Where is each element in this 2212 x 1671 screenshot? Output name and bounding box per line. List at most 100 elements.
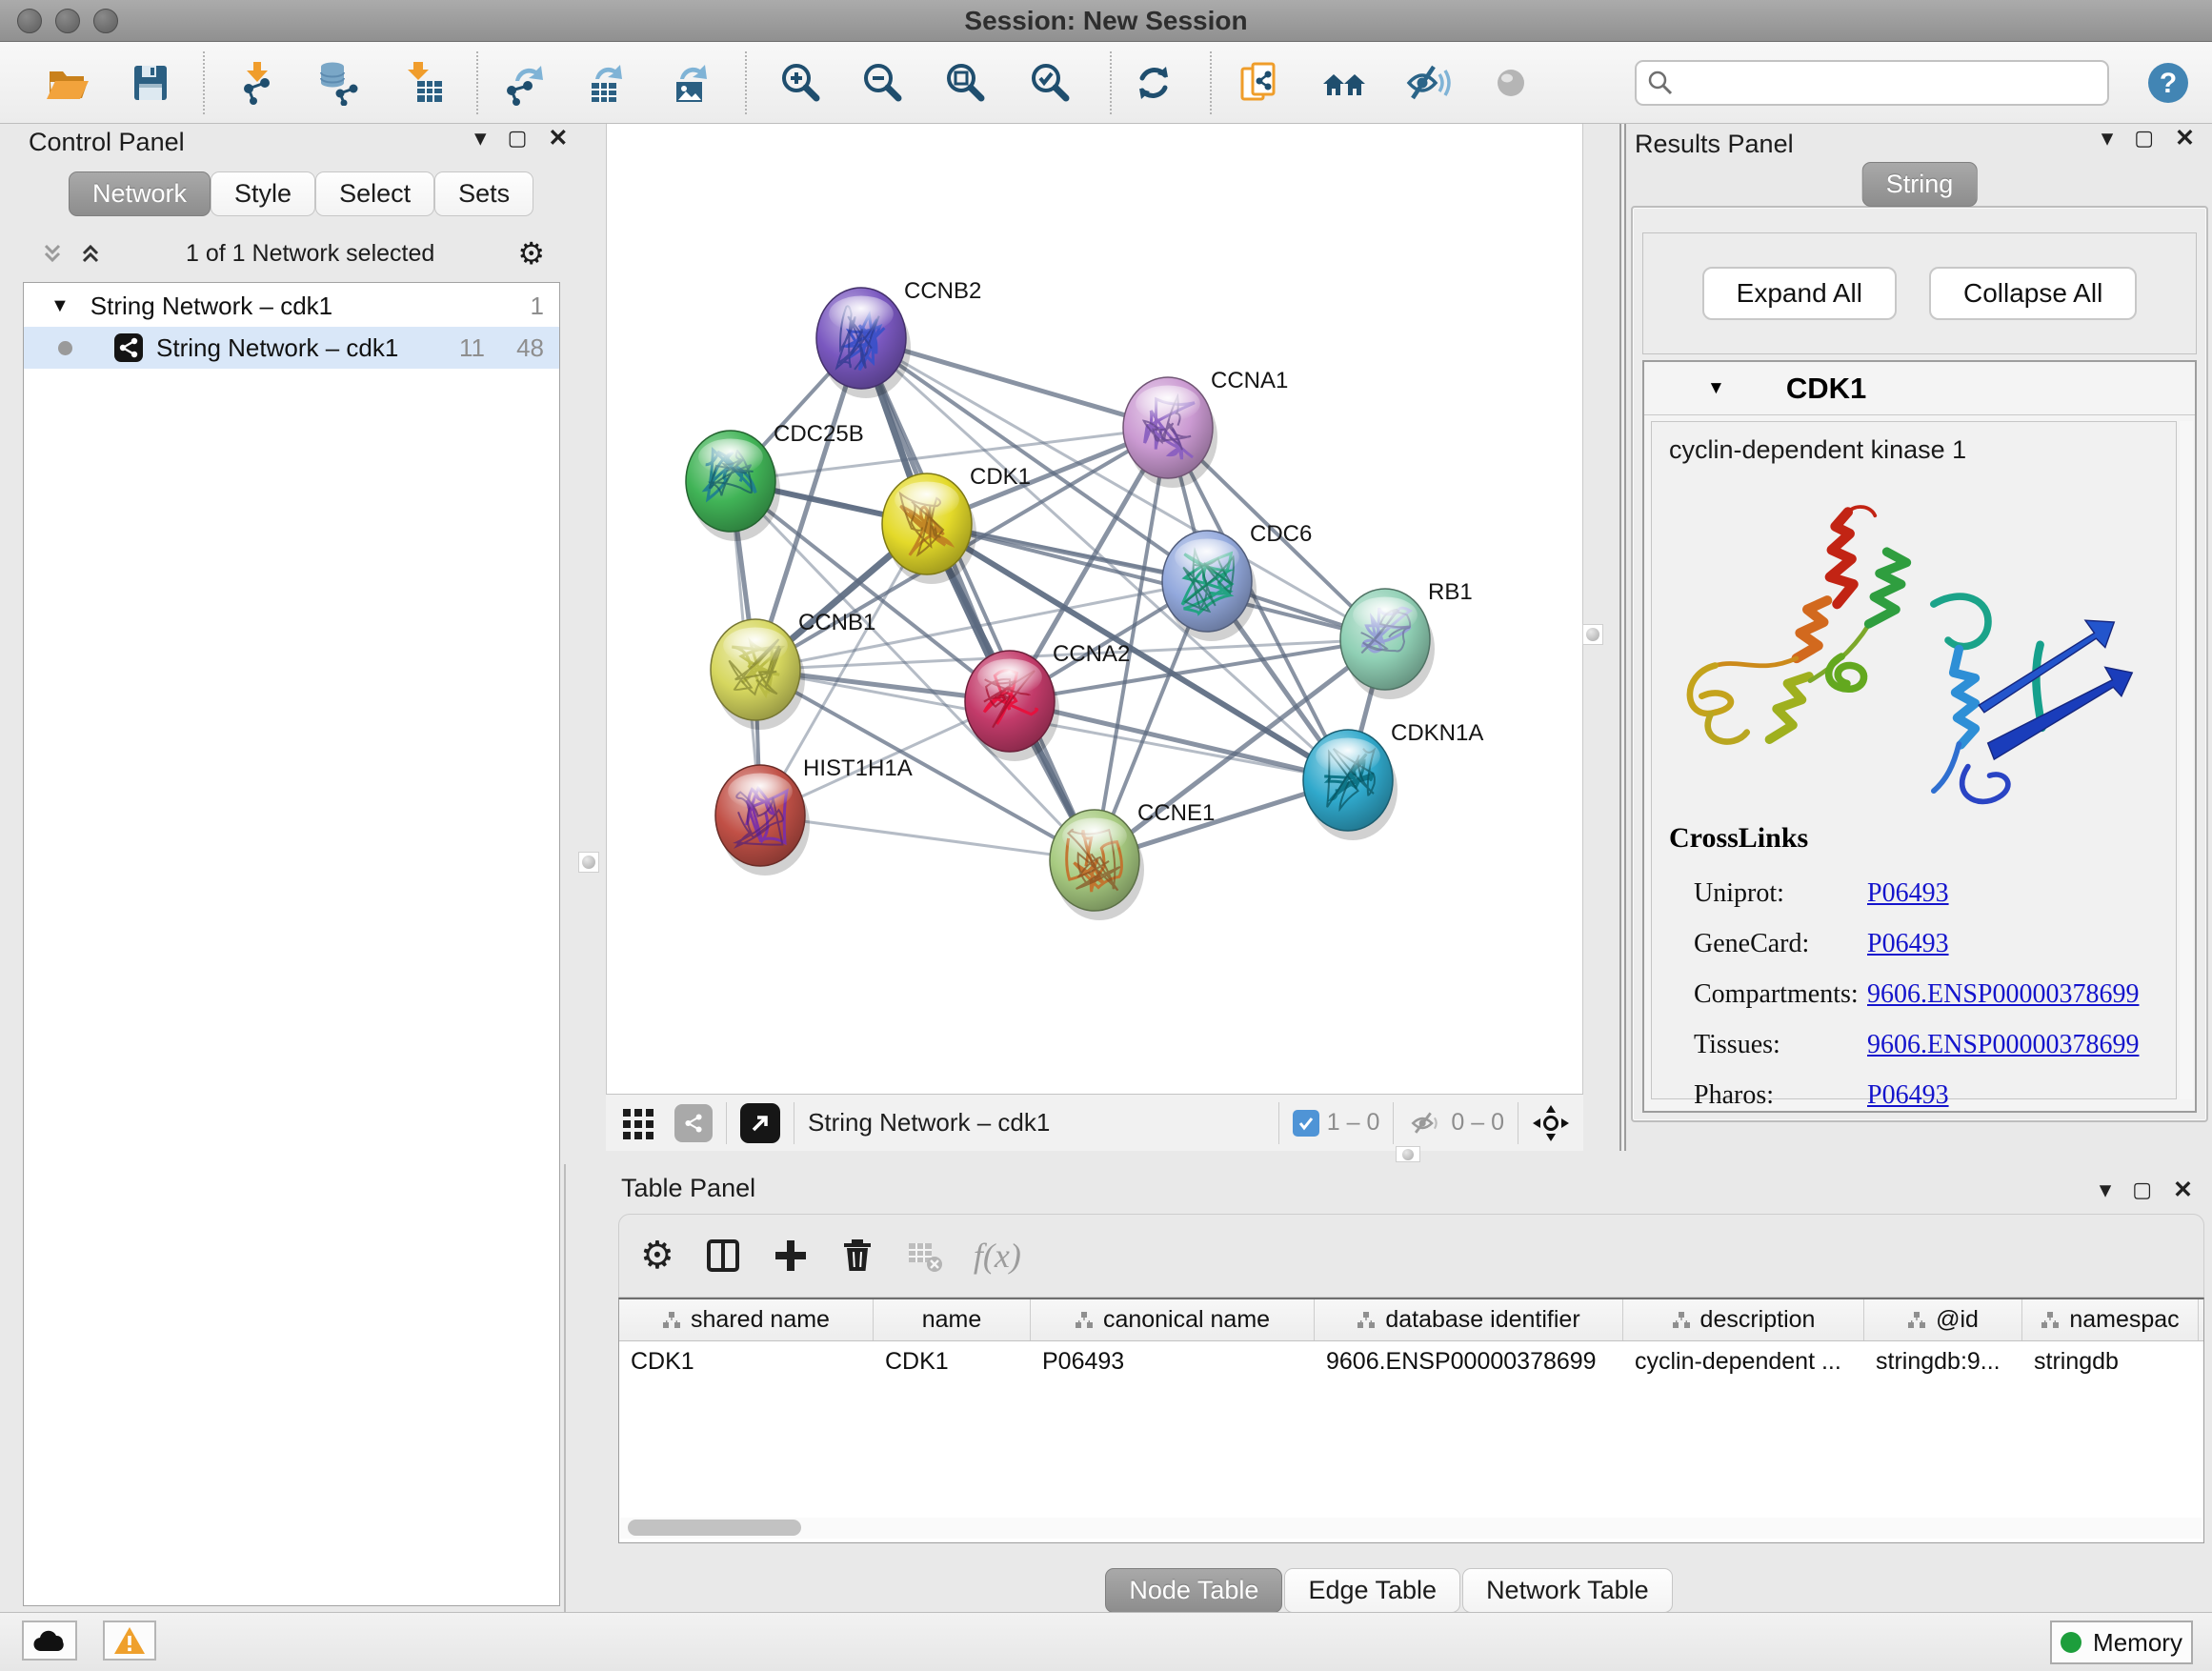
table-options-gear-icon[interactable]: ⚙ <box>640 1237 674 1275</box>
expand-all-button[interactable]: Expand All <box>1702 267 1897 320</box>
cloud-status-button[interactable] <box>22 1621 77 1661</box>
network-node-ccne1[interactable]: CCNE1 <box>1050 800 1215 920</box>
column-header-5[interactable]: @id <box>1864 1299 2022 1340</box>
zoom-in-icon[interactable] <box>777 60 823 106</box>
network-graph[interactable]: CCNB2 CCNA1 CDC25BCDK1 CDC6RB1 CCNB1 CCNA2 CDK… <box>607 124 1584 1094</box>
first-neighbors-icon[interactable] <box>1321 60 1367 106</box>
right-splitter-grip[interactable] <box>1582 624 1603 645</box>
panel-float-icon[interactable]: ▢ <box>2132 1178 2152 1202</box>
tab-style[interactable]: Style <box>211 171 315 216</box>
import-network-database-icon[interactable] <box>314 60 360 106</box>
table-cell[interactable]: stringdb:9... <box>1864 1341 2022 1383</box>
export-table-icon[interactable] <box>582 60 628 106</box>
collapse-all-button[interactable]: Collapse All <box>1929 267 2137 320</box>
new-network-from-selection-icon[interactable] <box>1237 60 1282 106</box>
add-column-icon[interactable] <box>772 1237 810 1275</box>
import-table-icon[interactable] <box>402 60 448 106</box>
network-node-rb1[interactable]: RB1 <box>1340 579 1473 699</box>
network-canvas[interactable]: CCNB2 CCNA1 CDC25BCDK1 CDC6RB1 CCNB1 CCNA2 CDK… <box>606 124 1583 1094</box>
hide-selected-icon[interactable] <box>1405 60 1451 106</box>
entry-collapse-icon[interactable]: ▼ <box>1707 378 1725 399</box>
collapse-all-networks-icon[interactable] <box>40 241 65 266</box>
selected-checkbox-icon[interactable] <box>1293 1110 1319 1137</box>
network-row-selected[interactable]: String Network – cdk1 11 48 <box>24 327 559 369</box>
apply-layout-icon[interactable] <box>1131 60 1176 106</box>
network-node-ccnb2[interactable]: CCNB2 <box>816 278 981 398</box>
table-row[interactable]: CDK1CDK1P064939606.ENSP00000378699cyclin… <box>619 1341 2203 1383</box>
zoom-out-icon[interactable] <box>859 60 905 106</box>
column-header-4[interactable]: description <box>1623 1299 1864 1340</box>
right-splitter[interactable] <box>1619 124 1626 1151</box>
crosslink-link[interactable]: P06493 <box>1867 1080 1949 1111</box>
help-icon[interactable]: ? <box>2145 60 2191 106</box>
share-view-icon[interactable] <box>674 1104 713 1142</box>
export-network-icon[interactable] <box>500 60 546 106</box>
table-cell[interactable]: CDK1 <box>619 1341 874 1383</box>
table-cell[interactable]: P06493 <box>1031 1341 1315 1383</box>
show-all-icon[interactable] <box>1488 60 1534 106</box>
warning-status-button[interactable] <box>103 1621 156 1661</box>
grid-mode-icon[interactable] <box>621 1105 657 1141</box>
birdseye-navigator-icon[interactable] <box>1532 1104 1570 1142</box>
network-node-cdc25b[interactable]: CDC25B <box>686 421 864 541</box>
table-cell[interactable]: stringdb <box>2022 1341 2199 1383</box>
memory-button[interactable]: Memory <box>2050 1621 2193 1664</box>
network-node-ccnb1[interactable]: CCNB1 <box>711 610 875 730</box>
column-header-6[interactable]: namespac <box>2022 1299 2199 1340</box>
table-cell[interactable]: 9606.ENSP00000378699 <box>1315 1341 1623 1383</box>
results-scrollbar[interactable] <box>2180 421 2193 1099</box>
crosslink-link[interactable]: P06493 <box>1867 878 1949 909</box>
expand-all-networks-icon[interactable] <box>78 241 103 266</box>
crosslink-link[interactable]: P06493 <box>1867 929 1949 959</box>
tab-node-table[interactable]: Node Table <box>1105 1568 1282 1613</box>
tab-sets[interactable]: Sets <box>434 171 533 216</box>
hidden-eye-icon[interactable] <box>1407 1107 1443 1139</box>
panel-close-icon[interactable]: ✕ <box>548 124 568 152</box>
panel-menu-icon[interactable]: ▾ <box>474 124 487 152</box>
table-cell[interactable]: cyclin-dependent ... <box>1623 1341 1864 1383</box>
zoom-fit-icon[interactable] <box>942 60 988 106</box>
node-entry-header[interactable]: ▼ CDK1 <box>1644 362 2195 415</box>
left-splitter-grip[interactable] <box>578 852 599 873</box>
table-horizontal-scrollbar[interactable] <box>620 1518 2202 1539</box>
network-node-ccna2[interactable]: CCNA2 <box>965 641 1130 761</box>
delete-column-icon[interactable] <box>838 1237 876 1275</box>
tab-string[interactable]: String <box>1862 162 1978 207</box>
tab-network[interactable]: Network <box>69 171 211 216</box>
table-cell[interactable]: CDK1 <box>874 1341 1031 1383</box>
import-network-file-icon[interactable] <box>235 60 281 106</box>
network-options-gear-icon[interactable]: ⚙ <box>517 235 545 272</box>
function-builder-icon[interactable]: f(x) <box>974 1236 1021 1276</box>
delete-table-icon[interactable] <box>905 1236 945 1276</box>
tab-network-table[interactable]: Network Table <box>1462 1568 1673 1613</box>
column-header-3[interactable]: database identifier <box>1315 1299 1623 1340</box>
panel-float-icon[interactable]: ▢ <box>2134 126 2154 151</box>
column-header-0[interactable]: shared name <box>619 1299 874 1340</box>
crosslink-link[interactable]: 9606.ENSP00000378699 <box>1867 979 2139 1010</box>
panel-menu-icon[interactable]: ▾ <box>2101 124 2114 152</box>
network-node-cdc6[interactable]: CDC6 <box>1162 521 1312 641</box>
crosslink-link[interactable]: 9606.ENSP00000378699 <box>1867 1030 2139 1060</box>
network-node-cdkn1a[interactable]: CDKN1A <box>1303 720 1483 840</box>
show-columns-icon[interactable] <box>703 1236 743 1276</box>
network-node-cdk1[interactable]: CDK1 <box>882 464 1031 584</box>
network-collection-row[interactable]: ▼ String Network – cdk1 1 <box>24 285 559 327</box>
save-session-icon[interactable] <box>128 60 173 106</box>
panel-close-icon[interactable]: ✕ <box>2175 124 2195 152</box>
tab-select[interactable]: Select <box>315 171 434 216</box>
network-node-hist1h1a[interactable]: HIST1H1A <box>715 755 913 876</box>
collection-expand-icon[interactable]: ▼ <box>50 295 70 317</box>
export-image-icon[interactable] <box>667 60 713 106</box>
tab-edge-table[interactable]: Edge Table <box>1284 1568 1460 1613</box>
bottom-splitter-grip[interactable] <box>1396 1146 1420 1162</box>
column-header-2[interactable]: canonical name <box>1031 1299 1315 1340</box>
column-header-1[interactable]: name <box>874 1299 1031 1340</box>
zoom-selected-icon[interactable] <box>1027 60 1073 106</box>
search-input[interactable] <box>1675 64 2107 102</box>
detach-view-icon[interactable] <box>740 1103 780 1143</box>
panel-menu-icon[interactable]: ▾ <box>2100 1176 2112 1204</box>
open-session-icon[interactable] <box>44 60 90 106</box>
panel-float-icon[interactable]: ▢ <box>508 126 528 151</box>
panel-close-icon[interactable]: ✕ <box>2173 1176 2193 1204</box>
network-node-ccna1[interactable]: CCNA1 <box>1123 368 1288 488</box>
